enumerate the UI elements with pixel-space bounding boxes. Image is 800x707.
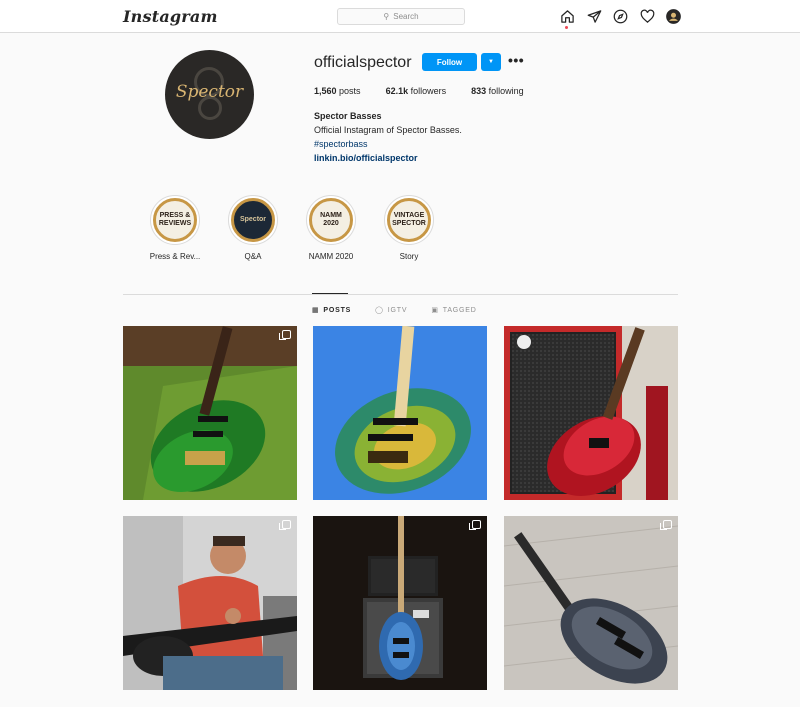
carousel-icon [279,330,291,340]
grid-icon: ▦ [312,307,320,314]
post-thumbnail[interactable] [504,326,678,500]
activity-icon[interactable] [639,8,656,25]
tab-label: TAGGED [442,306,477,314]
top-nav: Instagram ⚲ Search [0,0,800,33]
home-icon[interactable] [559,8,576,29]
post-thumbnail[interactable] [313,516,487,690]
search-input[interactable]: ⚲ Search [337,8,465,25]
igtv-icon: ◯ [375,307,384,314]
highlight-label: NAMM 2020 [308,252,354,261]
home-notification-dot [565,26,568,29]
profile-username: officialspector [314,54,412,71]
followers-label: followers [410,86,447,96]
followers-stat[interactable]: 62.1k followers [386,86,447,96]
highlight-story[interactable]: VINTAGE SPECTOR Story [379,195,439,261]
story-highlights: PRESS & REVIEWS Press & Rev... Spector Q… [145,195,457,261]
highlight-namm-2020[interactable]: NAMM 2020 NAMM 2020 [301,195,361,261]
profile-avatar[interactable]: Spector [165,50,254,139]
profile-avatar-icon[interactable] [665,8,682,25]
follow-button[interactable]: Follow [422,53,477,71]
highlight-label: Q&A [244,252,262,261]
highlight-cover: VINTAGE SPECTOR [387,198,431,242]
highlight-press-reviews[interactable]: PRESS & REVIEWS Press & Rev... [145,195,205,261]
profile-stats: 1,560 posts 62.1k followers 833 followin… [314,86,549,96]
bio-hashtag-link[interactable]: #spectorbass [314,139,368,149]
posts-stat: 1,560 posts [314,86,361,96]
profile-bio: Official Instagram of Spector Basses. [314,125,462,135]
post-thumbnail[interactable] [313,326,487,500]
nav-icons [559,8,692,29]
post-thumbnail[interactable] [123,326,297,500]
explore-icon[interactable] [612,8,629,25]
highlight-ring: Spector [228,195,278,245]
carousel-icon [469,520,481,530]
highlight-ring: NAMM 2020 [306,195,356,245]
suggested-accounts-button[interactable]: ▼ [481,53,501,71]
highlight-label: Press & Rev... [149,252,201,261]
tab-label: POSTS [323,306,352,314]
tab-igtv[interactable]: ◯ IGTV [375,306,408,315]
bio-website-link[interactable]: linkin.bio/officialspector [314,153,418,163]
highlight-qa[interactable]: Spector Q&A [223,195,283,261]
carousel-icon [660,520,672,530]
tab-posts[interactable]: ▦ POSTS [312,306,352,315]
tagged-icon: ▣ [431,307,439,314]
post-thumbnail[interactable] [504,516,678,690]
profile-tabs: ▦ POSTS ◯ IGTV ▣ TAGGED [312,306,501,315]
triangle-down-icon: ▼ [488,59,494,65]
following-stat[interactable]: 833 following [471,86,524,96]
more-options-icon[interactable]: ••• [508,53,524,67]
profile-full-name: Spector Basses [314,111,382,121]
following-label: following [488,86,524,96]
tabs-divider [123,294,678,295]
search-icon: ⚲ [383,12,390,21]
tab-tagged[interactable]: ▣ TAGGED [431,306,477,315]
highlight-ring: PRESS & REVIEWS [150,195,200,245]
search-placeholder: Search [393,12,419,21]
direct-icon[interactable] [586,8,603,25]
posts-label: posts [339,86,361,96]
avatar-brand-text: Spector [175,82,244,102]
carousel-icon [279,520,291,530]
highlight-cover: PRESS & REVIEWS [153,198,197,242]
tab-label: IGTV [387,306,408,314]
highlight-cover: NAMM 2020 [309,198,353,242]
highlight-label: Story [399,252,419,261]
post-thumbnail[interactable] [123,516,297,690]
highlight-ring: VINTAGE SPECTOR [384,195,434,245]
followers-count: 62.1k [385,86,409,96]
instagram-logo[interactable]: Instagram [123,7,218,26]
active-tab-indicator [312,293,348,294]
following-count: 833 [471,86,487,96]
posts-count: 1,560 [314,86,337,96]
highlight-cover: Spector [231,198,275,242]
